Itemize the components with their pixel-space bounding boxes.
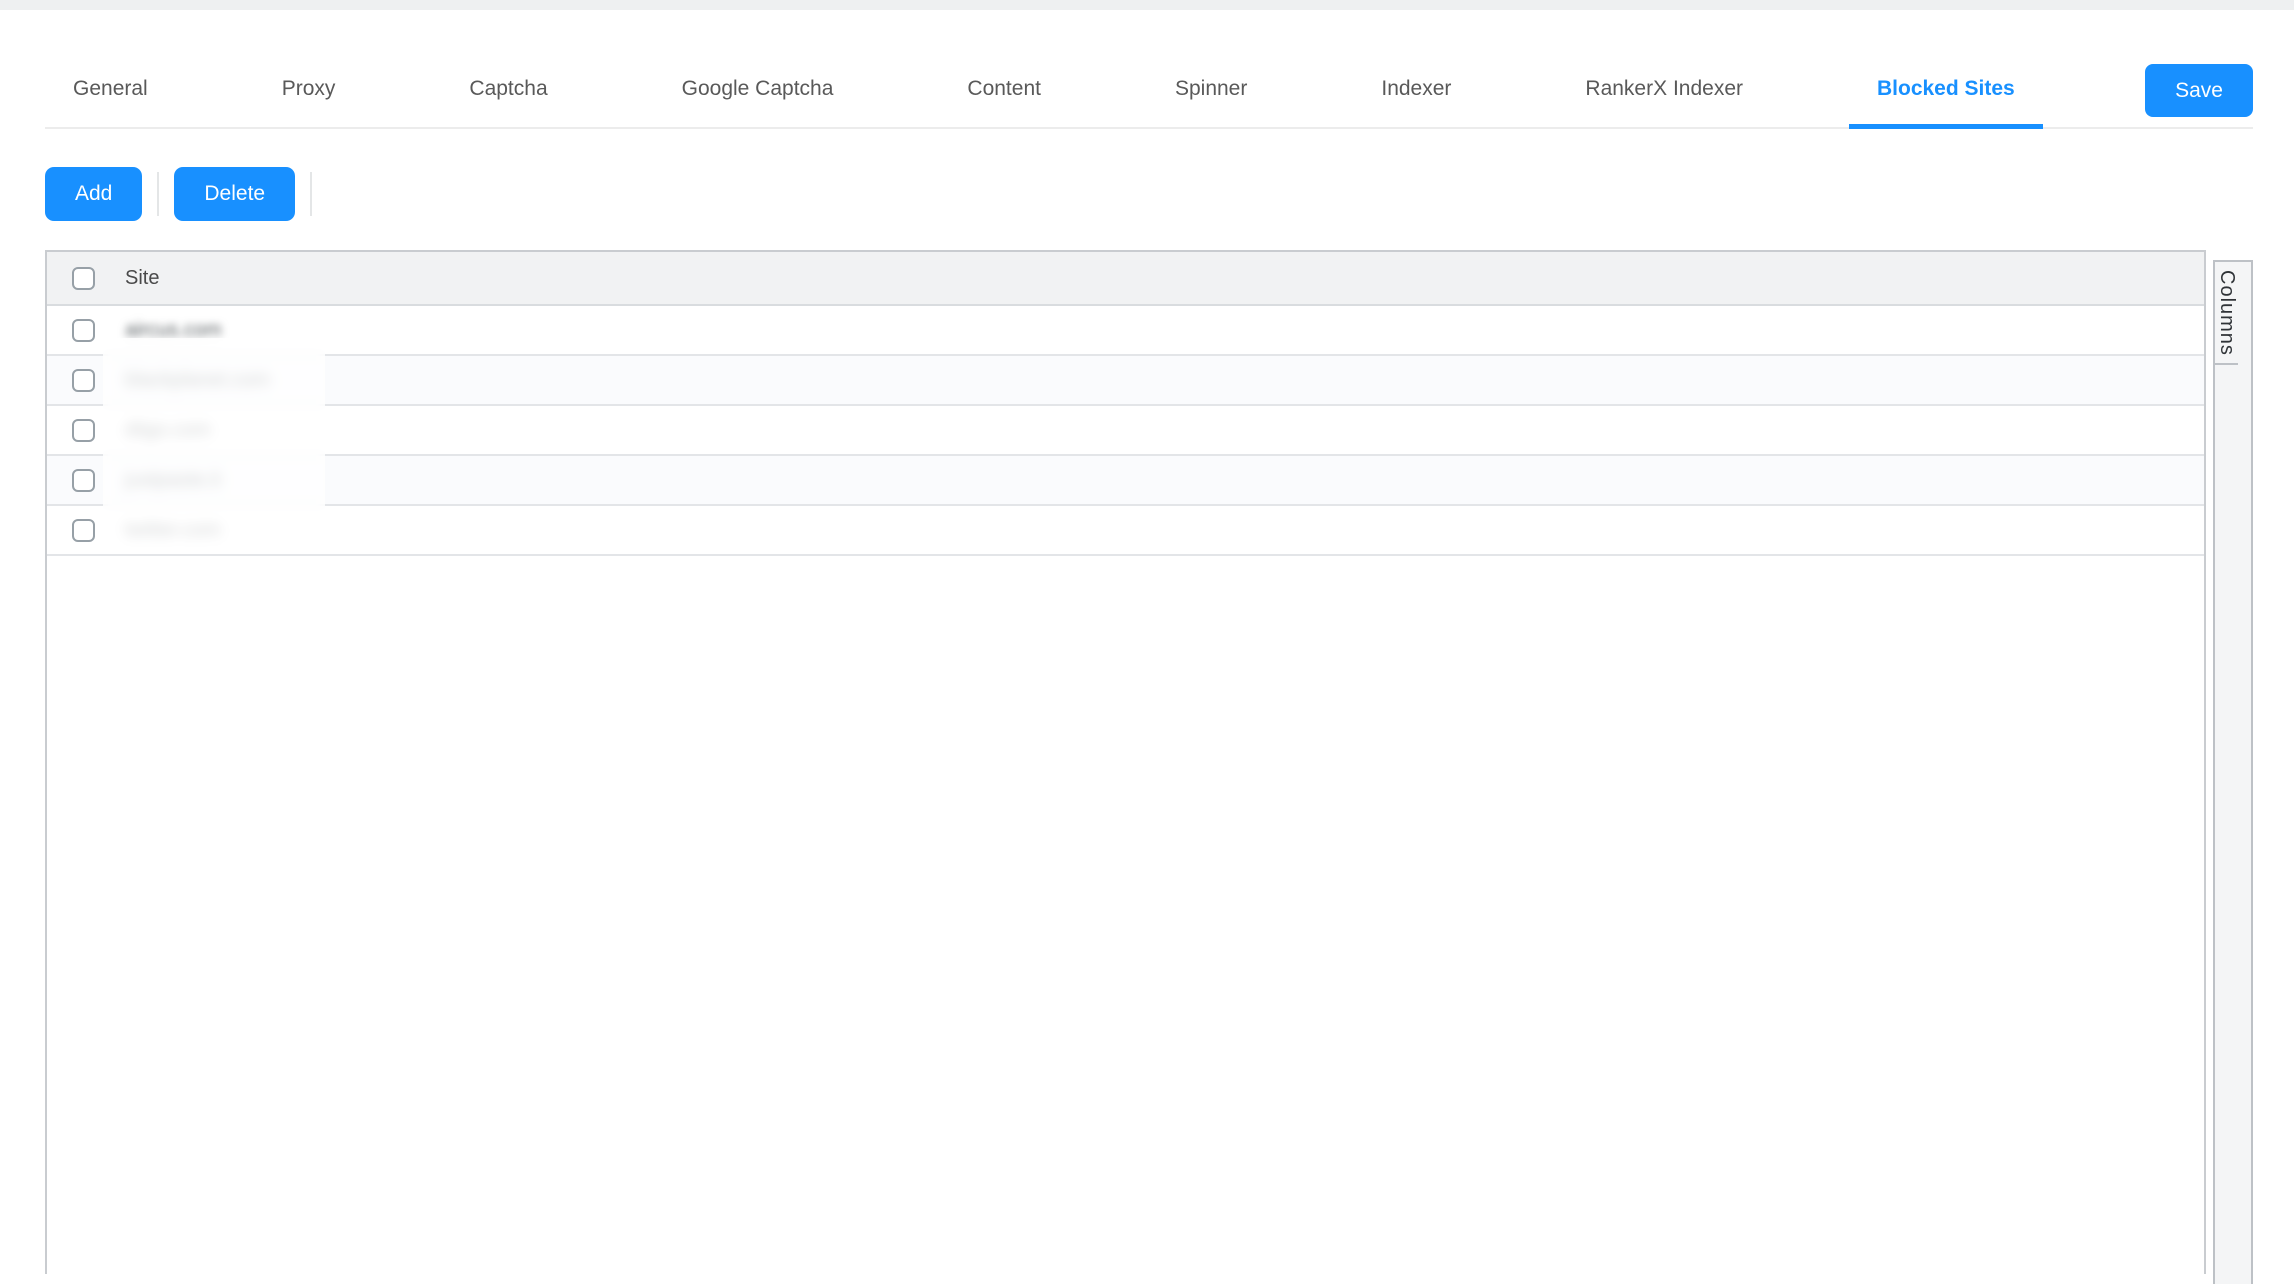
tab-rankerx-indexer[interactable]: RankerX Indexer: [1557, 76, 1771, 127]
table-header-row: Site: [47, 252, 2204, 306]
row-checkbox[interactable]: [72, 419, 95, 442]
site-cell: diigo.com: [125, 419, 211, 442]
settings-page: General Proxy Captcha Google Captcha Con…: [0, 10, 2294, 1274]
tab-blocked-sites[interactable]: Blocked Sites: [1849, 76, 2043, 127]
tab-indexer[interactable]: Indexer: [1353, 76, 1479, 127]
toolbar-separator: [157, 172, 159, 216]
add-button[interactable]: Add: [45, 167, 142, 221]
tab-general[interactable]: General: [45, 76, 176, 127]
columns-side-panel: Columns: [2213, 260, 2253, 1284]
row-checkbox[interactable]: [72, 319, 95, 342]
table-row[interactable]: diigo.com: [47, 406, 2204, 456]
row-checkbox[interactable]: [72, 469, 95, 492]
tab-proxy[interactable]: Proxy: [254, 76, 364, 127]
save-button[interactable]: Save: [2145, 64, 2253, 117]
toolbar-separator: [310, 172, 312, 216]
delete-button[interactable]: Delete: [174, 167, 295, 221]
tab-captcha[interactable]: Captcha: [441, 76, 575, 127]
window-top-strip: [0, 0, 2294, 10]
site-cell: twitter.com: [125, 519, 221, 542]
blocked-sites-toolbar: Add Delete: [45, 167, 2294, 221]
blocked-sites-table: Site aircus.com blackplanet.com diigo.co…: [45, 250, 2206, 1274]
row-checkbox[interactable]: [72, 369, 95, 392]
select-all-checkbox[interactable]: [72, 267, 95, 290]
tab-content[interactable]: Content: [939, 76, 1069, 127]
site-column-header: Site: [125, 267, 159, 290]
site-cell: justpaste.it: [125, 469, 221, 492]
table-row[interactable]: justpaste.it: [47, 456, 2204, 506]
tab-google-captcha[interactable]: Google Captcha: [654, 76, 862, 127]
settings-tabbar: General Proxy Captcha Google Captcha Con…: [45, 10, 2253, 129]
row-checkbox[interactable]: [72, 519, 95, 542]
table-row[interactable]: twitter.com: [47, 506, 2204, 556]
site-cell: aircus.com: [125, 319, 222, 342]
tab-spinner[interactable]: Spinner: [1147, 76, 1275, 127]
table-row[interactable]: aircus.com: [47, 306, 2204, 356]
table-row[interactable]: blackplanet.com: [47, 356, 2204, 406]
site-cell: blackplanet.com: [125, 369, 270, 392]
columns-panel-toggle[interactable]: Columns: [2215, 262, 2238, 365]
